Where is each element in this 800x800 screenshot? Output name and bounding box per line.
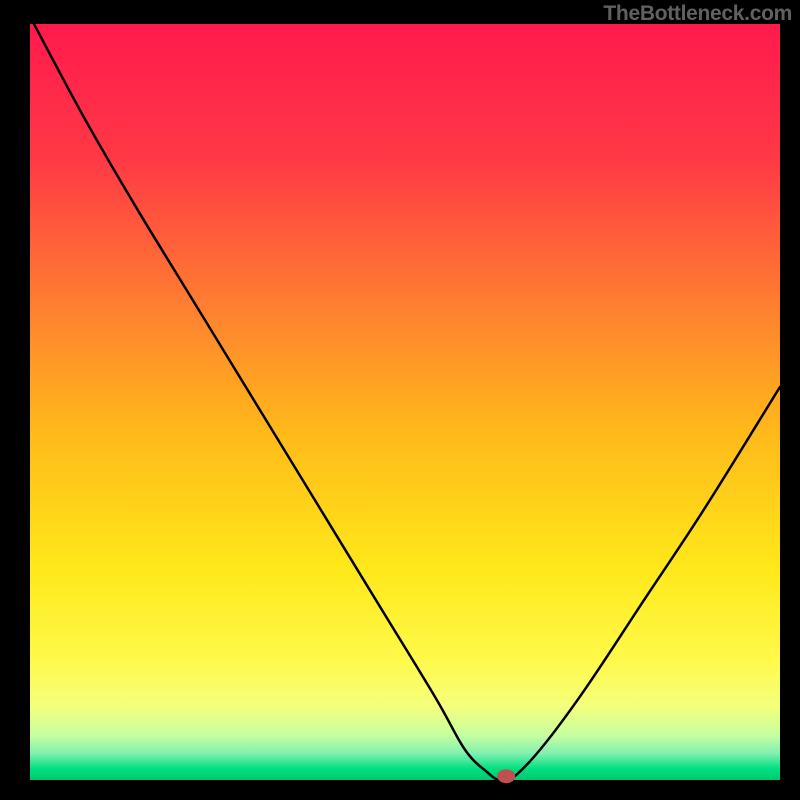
chart-frame: TheBottleneck.com	[0, 0, 800, 800]
bottleneck-chart	[0, 0, 800, 800]
plot-background	[30, 24, 780, 780]
watermark-text: TheBottleneck.com	[603, 2, 792, 26]
optimal-point-marker	[497, 769, 515, 783]
